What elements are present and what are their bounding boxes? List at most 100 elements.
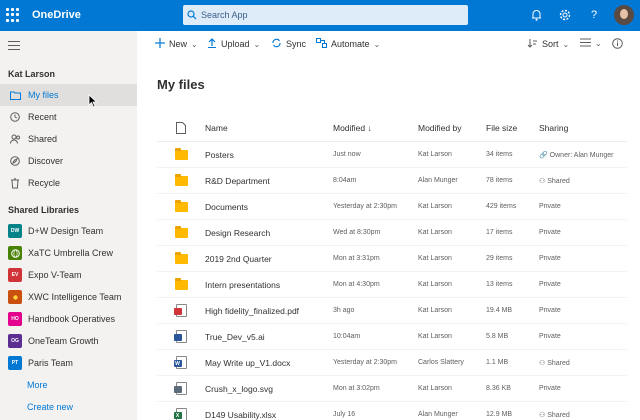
- new-button[interactable]: New ⌄: [155, 38, 198, 50]
- table-row[interactable]: Documents Yesterday at 2:30pm Kat Larson…: [157, 194, 627, 220]
- nav-item-discover[interactable]: Discover: [0, 150, 137, 172]
- shared-folder-icon: [157, 147, 205, 160]
- sharing-status: Private: [539, 203, 561, 210]
- table-row[interactable]: X D149 Usability.xlsx July 16 Alan Munge…: [157, 402, 627, 420]
- modified-by: Carlos Slattery: [418, 359, 464, 366]
- user-name: Kat Larson: [8, 69, 56, 79]
- file-name[interactable]: R&D Department: [205, 176, 333, 186]
- library-item[interactable]: HO Handbook Operatives: [0, 308, 137, 330]
- search-box[interactable]: [183, 5, 468, 25]
- file-size: 12.9 MB: [486, 411, 513, 418]
- file-size: 5.8 MB: [486, 333, 509, 340]
- pdf-file-icon: [157, 304, 205, 317]
- file-name[interactable]: D149 Usability.xlsx: [205, 410, 333, 420]
- file-size: 78 items: [486, 177, 513, 184]
- trash-icon: [8, 177, 22, 189]
- avatar[interactable]: [614, 5, 634, 25]
- file-name[interactable]: 2019 2nd Quarter: [205, 254, 333, 264]
- automate-label: Automate: [331, 39, 370, 49]
- library-label: Paris Team: [28, 358, 73, 368]
- gear-icon[interactable]: [558, 8, 572, 22]
- modified-by: Kat Larson: [418, 385, 452, 392]
- sharing-status: Private: [539, 229, 561, 236]
- table-row[interactable]: Design Research Wed at 8:30pm Kat Larson…: [157, 220, 627, 246]
- nav-item-label: Discover: [28, 156, 64, 166]
- people-icon: [8, 134, 22, 144]
- table-row[interactable]: Crush_x_logo.svg Mon at 3:02pm Kat Larso…: [157, 376, 627, 402]
- column-header-modified-by[interactable]: Modified by: [418, 123, 486, 133]
- nav-item-shared[interactable]: Shared: [0, 128, 137, 150]
- modified-date: Mon at 4:30pm: [333, 281, 380, 288]
- details-pane-button[interactable]: [612, 38, 623, 51]
- column-header-file-size[interactable]: File size: [486, 123, 539, 133]
- file-size: 429 items: [486, 203, 517, 210]
- sharing-label: Shared: [547, 411, 570, 419]
- file-name[interactable]: Posters: [205, 150, 333, 160]
- sharing-status: ⚇ Shared: [539, 177, 627, 185]
- shared-libraries-title: Shared Libraries: [8, 205, 80, 215]
- table-row[interactable]: True_Dev_v5.ai 10:04am Kat Larson 5.8 MB…: [157, 324, 627, 350]
- file-name[interactable]: High fidelity_finalized.pdf: [205, 306, 333, 316]
- sync-button[interactable]: Sync: [271, 38, 306, 50]
- table-row[interactable]: Intern presentations Mon at 4:30pm Kat L…: [157, 272, 627, 298]
- app-launcher-icon[interactable]: [6, 8, 20, 22]
- file-size: 29 items: [486, 255, 513, 262]
- file-name[interactable]: Design Research: [205, 228, 333, 238]
- file-name[interactable]: Documents: [205, 202, 333, 212]
- file-name[interactable]: Crush_x_logo.svg: [205, 384, 333, 394]
- file-type-header-icon[interactable]: [157, 122, 205, 134]
- nav-item-recent[interactable]: Recent: [0, 106, 137, 128]
- library-item[interactable]: XWC Intelligence Team: [0, 286, 137, 308]
- create-new-link[interactable]: Create new: [27, 402, 73, 412]
- table-row[interactable]: 2019 2nd Quarter Mon at 3:31pm Kat Larso…: [157, 246, 627, 272]
- column-header-modified[interactable]: Modified ↓: [333, 123, 418, 133]
- library-badge: EV: [8, 268, 22, 282]
- column-header-sharing[interactable]: Sharing: [539, 123, 627, 133]
- mouse-cursor-icon: [88, 94, 98, 113]
- library-item[interactable]: EV Expo V-Team: [0, 264, 137, 286]
- file-name[interactable]: Intern presentations: [205, 280, 333, 290]
- library-item[interactable]: XaTC Umbrella Crew: [0, 242, 137, 264]
- upload-button[interactable]: Upload ⌄: [207, 38, 260, 50]
- sharing-status: Private: [539, 385, 561, 392]
- table-row[interactable]: High fidelity_finalized.pdf 3h ago Kat L…: [157, 298, 627, 324]
- file-name[interactable]: True_Dev_v5.ai: [205, 332, 333, 342]
- nav-item-my-files[interactable]: My files: [0, 84, 137, 106]
- more-link[interactable]: More: [27, 380, 48, 390]
- search-icon: [183, 10, 201, 20]
- info-icon: [612, 38, 623, 51]
- library-item[interactable]: PT Paris Team: [0, 352, 137, 374]
- folder-outline-icon: [8, 91, 22, 100]
- modified-by: Kat Larson: [418, 281, 452, 288]
- table-row[interactable]: Posters Just now Kat Larson 34 items 🔗 O…: [157, 142, 627, 168]
- folder-icon: [157, 251, 205, 264]
- modified-by: Alan Munger: [418, 411, 458, 418]
- bell-icon[interactable]: [529, 8, 543, 22]
- modified-date: July 16: [333, 411, 356, 418]
- file-list-header: Name Modified ↓ Modified by File size Sh…: [157, 115, 627, 142]
- list-view-icon: [580, 38, 591, 49]
- plus-icon: [155, 38, 165, 50]
- automate-button[interactable]: Automate ⌄: [316, 38, 380, 50]
- nav-item-recycle[interactable]: Recycle: [0, 172, 137, 194]
- view-options-button[interactable]: ⌄: [580, 38, 602, 49]
- ai-file-icon: [157, 330, 205, 343]
- column-header-name[interactable]: Name: [205, 123, 333, 133]
- table-row[interactable]: R&D Department 8:04am Alan Munger 78 ite…: [157, 168, 627, 194]
- sort-button[interactable]: Sort ⌄: [527, 38, 569, 50]
- menu-icon[interactable]: [8, 41, 20, 53]
- table-row[interactable]: W May Write up_V1.docx Yesterday at 2:30…: [157, 350, 627, 376]
- library-badge: DW: [8, 224, 22, 238]
- library-item[interactable]: OG OneTeam Growth: [0, 330, 137, 352]
- library-item[interactable]: DW D+W Design Team: [0, 220, 137, 242]
- help-icon[interactable]: ?: [587, 8, 601, 22]
- sync-label: Sync: [286, 39, 307, 49]
- page-title: My files: [157, 77, 205, 92]
- chevron-down-icon: ⌄: [595, 39, 602, 48]
- file-name[interactable]: May Write up_V1.docx: [205, 358, 333, 368]
- modified-date: Mon at 3:02pm: [333, 385, 380, 392]
- folder-icon: [157, 199, 205, 212]
- app-title[interactable]: OneDrive: [32, 9, 81, 21]
- chevron-down-icon: ⌄: [373, 39, 381, 49]
- search-input[interactable]: [201, 10, 451, 20]
